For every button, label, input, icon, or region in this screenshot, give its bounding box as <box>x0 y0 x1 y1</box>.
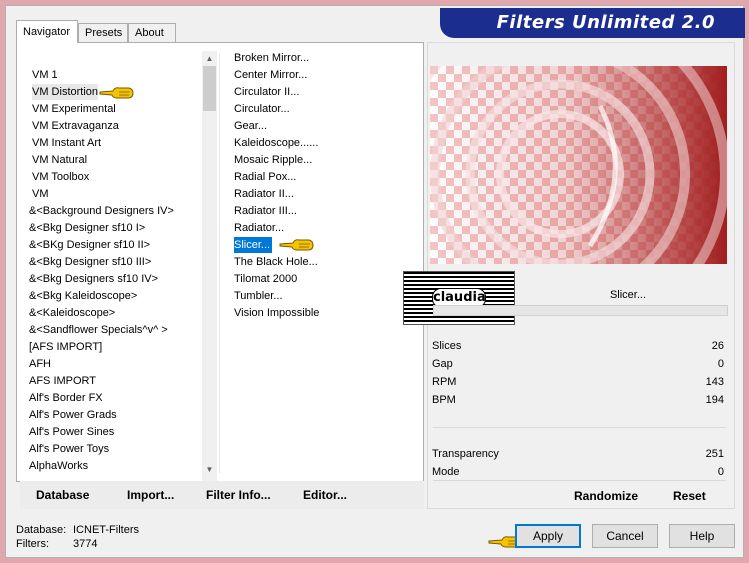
category-item[interactable]: &<Bkg Designer sf10 III> <box>29 254 151 270</box>
category-item[interactable]: VM Natural <box>32 152 87 168</box>
param-label: Gap <box>432 358 453 370</box>
apply-button[interactable]: Apply <box>515 524 581 548</box>
param-value[interactable]: 251 <box>706 446 724 462</box>
category-item[interactable]: &<Bkg Designers sf10 IV> <box>29 271 158 287</box>
filter-name-bar <box>433 305 728 316</box>
category-item[interactable]: Alf's Power Grads <box>29 407 117 423</box>
database-label: Database: <box>16 524 67 536</box>
category-item[interactable]: &<Sandflower Specials^v^ > <box>29 322 168 338</box>
window-title: Filters Unlimited 2.0 <box>496 12 715 33</box>
category-item[interactable]: VM Toolbox <box>32 169 89 185</box>
navigator-button-bar: Database Import... Filter Info... Editor… <box>20 481 424 509</box>
filter-item[interactable]: Gear... <box>234 118 267 134</box>
category-item[interactable]: VM 1 <box>32 67 58 83</box>
category-item[interactable]: VM Instant Art <box>32 135 101 151</box>
cancel-button[interactable]: Cancel <box>592 524 658 548</box>
import-button[interactable]: Import... <box>127 488 174 502</box>
param-label: BPM <box>432 394 456 406</box>
param-value[interactable]: 194 <box>706 392 724 408</box>
category-item[interactable]: VM <box>32 186 49 202</box>
randomize-button[interactable]: Randomize <box>574 489 638 503</box>
param-row-bpm[interactable]: BPM 194 <box>432 392 726 408</box>
category-item[interactable]: &<Bkg Designer sf10 I> <box>29 220 145 236</box>
category-item[interactable]: AFH <box>29 356 51 372</box>
filter-item[interactable]: Radial Pox... <box>234 169 296 185</box>
database-value: ICNET-Filters <box>73 524 139 536</box>
title-banner: Filters Unlimited 2.0 <box>440 8 745 38</box>
param-label: Mode <box>432 466 460 478</box>
param-value[interactable]: 0 <box>718 464 724 480</box>
category-item[interactable]: VM Distortion <box>32 84 99 100</box>
pointing-hand-icon <box>99 87 134 99</box>
tab-presets[interactable]: Presets <box>78 23 128 42</box>
param-label: Slices <box>432 340 462 352</box>
filter-item[interactable]: Broken Mirror... <box>234 50 309 66</box>
scroll-thumb[interactable] <box>203 66 216 111</box>
filter-preview <box>430 66 727 264</box>
category-item[interactable]: Alf's Power Toys <box>29 441 109 457</box>
watermark-logo: claudia <box>403 271 515 325</box>
param-row-slices[interactable]: Slices 26 <box>432 338 726 354</box>
param-value[interactable]: 0 <box>718 356 724 372</box>
param-row-mode[interactable]: Mode 0 <box>432 464 726 480</box>
param-value[interactable]: 143 <box>706 374 724 390</box>
param-row-gap[interactable]: Gap 0 <box>432 356 726 372</box>
category-item[interactable]: Alf's Border FX <box>29 390 103 406</box>
database-status: Database: ICNET-Filters <box>16 523 216 537</box>
category-item[interactable]: [AFS IMPORT] <box>29 339 102 355</box>
tab-about[interactable]: About <box>128 23 176 42</box>
param-row-transparency[interactable]: Transparency 251 <box>432 446 726 462</box>
filter-item[interactable]: Radiator... <box>234 220 284 236</box>
category-scrollbar[interactable]: ▲ ▼ <box>202 51 217 483</box>
category-list[interactable]: VM 1 VM Distortion VM Experimental VM Extra… <box>25 43 200 481</box>
filter-item[interactable]: Center Mirror... <box>234 67 307 83</box>
category-item[interactable]: VM Experimental <box>32 101 116 117</box>
navigator-panel: VM 1 VM Distortion VM Experimental VM Extra… <box>16 42 424 483</box>
filter-item[interactable]: Vision Impossible <box>234 305 319 321</box>
editor-button[interactable]: Editor... <box>303 488 347 502</box>
filters-label: Filters: <box>16 538 49 550</box>
filter-item[interactable]: Circulator II... <box>234 84 299 100</box>
filters-count-value: 3774 <box>73 538 98 550</box>
param-label: RPM <box>432 376 457 388</box>
filter-item[interactable]: The Black Hole... <box>234 254 318 270</box>
filter-item[interactable]: Tilomat 2000 <box>234 271 297 287</box>
category-item[interactable]: VM Extravaganza <box>32 118 119 134</box>
filter-item[interactable]: Radiator III... <box>234 203 297 219</box>
params-separator <box>433 427 726 428</box>
pointing-hand-icon <box>279 239 314 251</box>
filter-item[interactable]: Slicer... <box>234 237 273 253</box>
reset-button[interactable]: Reset <box>673 489 706 503</box>
param-value[interactable]: 26 <box>712 338 724 354</box>
category-item[interactable]: &<BKg Designer sf10 II> <box>29 237 150 253</box>
category-item[interactable]: &<Kaleidoscope> <box>29 305 115 321</box>
category-item[interactable]: Alf's Power Sines <box>29 424 114 440</box>
database-button[interactable]: Database <box>36 488 89 502</box>
tab-navigator[interactable]: Navigator <box>16 20 78 43</box>
preview-image <box>430 66 727 264</box>
scroll-down-arrow-icon[interactable]: ▼ <box>202 462 217 477</box>
filter-info-button[interactable]: Filter Info... <box>206 488 271 502</box>
help-button[interactable]: Help <box>669 524 735 548</box>
category-item[interactable]: AFS IMPORT <box>29 373 96 389</box>
filter-item[interactable]: Radiator II... <box>234 186 294 202</box>
selected-filter-name: Slicer... <box>609 289 647 301</box>
scroll-up-arrow-icon[interactable]: ▲ <box>202 51 217 66</box>
filter-item[interactable]: Kaleidoscope...... <box>234 135 318 151</box>
filter-item[interactable]: Tumbler... <box>234 288 283 304</box>
category-item[interactable]: &<Background Designers IV> <box>29 203 174 219</box>
list-divider <box>219 53 220 473</box>
param-label: Transparency <box>432 448 499 460</box>
category-item[interactable]: &<Bkg Kaleidoscope> <box>29 288 137 304</box>
category-item[interactable]: AlphaWorks <box>29 458 88 474</box>
filter-list[interactable]: Broken Mirror... Center Mirror... Circulat… <box>234 43 419 481</box>
filter-item[interactable]: Mosaic Ripple... <box>234 152 312 168</box>
params-separator <box>433 480 726 481</box>
filters-count-status: Filters: 3774 <box>16 537 216 551</box>
filter-item[interactable]: Circulator... <box>234 101 290 117</box>
param-row-rpm[interactable]: RPM 143 <box>432 374 726 390</box>
